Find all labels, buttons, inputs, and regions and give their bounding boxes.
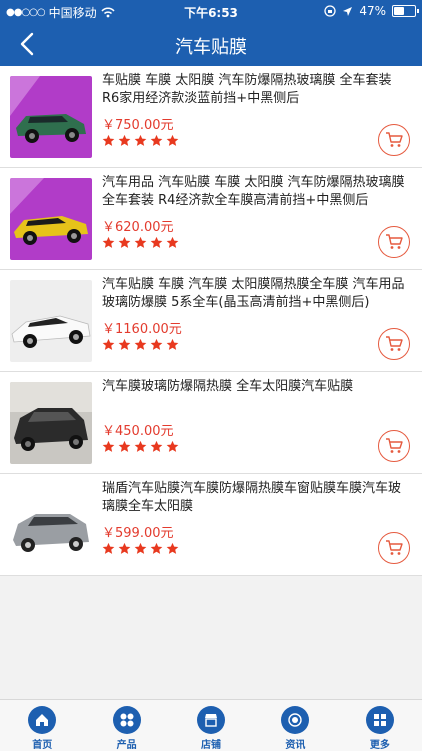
product-item[interactable]: 汽车用品 汽车贴膜 车膜 太阳膜 汽车防爆隔热玻璃膜 全车套装 R4经济款全车膜… — [0, 168, 422, 270]
car-image — [10, 280, 92, 362]
star-icon — [102, 134, 115, 146]
add-to-cart-button[interactable] — [378, 430, 410, 462]
grid-circles-icon — [112, 706, 141, 734]
tab-products[interactable]: 产品 — [84, 700, 168, 751]
star-icon — [166, 134, 179, 146]
add-to-cart-button[interactable] — [378, 328, 410, 360]
product-item[interactable]: 汽车贴膜 车膜 汽车膜 太阳膜隔热膜全车膜 汽车用品玻璃防爆膜 5系全车(晶玉高… — [0, 270, 422, 372]
product-name: 汽车用品 汽车贴膜 车膜 太阳膜 汽车防爆隔热玻璃膜 全车套装 R4经济款全车膜… — [102, 175, 405, 208]
cart-icon — [386, 132, 403, 147]
home-icon — [28, 706, 57, 734]
star-icon — [118, 338, 131, 350]
star-icon — [134, 338, 147, 350]
bottom-tab-bar: 首页 产品 店铺 资讯 更多 — [0, 699, 422, 751]
tab-label: 更多 — [369, 740, 390, 751]
star-icon — [118, 134, 131, 146]
car-image — [10, 382, 92, 464]
tab-label: 首页 — [32, 740, 53, 751]
location-icon — [343, 6, 353, 16]
battery-fill — [394, 7, 405, 15]
product-thumbnail — [10, 382, 92, 464]
star-icon — [134, 542, 147, 554]
tab-label: 产品 — [116, 740, 137, 751]
cart-icon — [386, 234, 403, 249]
product-price: ￥1160.00元 — [102, 322, 182, 337]
star-icon — [134, 134, 147, 146]
shop-icon — [197, 706, 226, 734]
product-rating — [102, 134, 179, 147]
star-icon — [102, 542, 115, 554]
product-thumbnail — [10, 76, 92, 158]
product-rating — [102, 236, 179, 249]
product-thumbnail — [10, 280, 92, 362]
star-icon — [102, 338, 115, 350]
star-icon — [166, 338, 179, 350]
cart-icon — [386, 540, 403, 555]
star-icon — [102, 236, 115, 248]
tab-news[interactable]: 资讯 — [253, 700, 337, 751]
star-icon — [150, 440, 163, 452]
star-icon — [118, 542, 131, 554]
star-icon — [150, 338, 163, 350]
cart-icon — [386, 438, 403, 453]
star-icon — [166, 440, 179, 452]
tab-shop[interactable]: 店铺 — [169, 700, 253, 751]
product-name: 汽车膜玻璃防爆隔热膜 全车太阳膜汽车贴膜 — [102, 379, 354, 394]
product-price: ￥599.00元 — [102, 526, 174, 541]
car-image — [10, 484, 92, 566]
star-icon — [134, 440, 147, 452]
status-bar: ●●○○○ 中国移动 下午6:53 47% — [0, 0, 422, 22]
product-price: ￥620.00元 — [102, 220, 174, 235]
cart-icon — [386, 336, 403, 351]
tab-label: 店铺 — [201, 740, 222, 751]
car-image — [10, 76, 92, 158]
star-icon — [166, 236, 179, 248]
star-icon — [166, 542, 179, 554]
status-right: 47% — [324, 4, 419, 18]
battery-icon — [392, 5, 419, 17]
product-rating — [102, 338, 179, 351]
product-rating — [102, 440, 179, 453]
product-name: 汽车贴膜 车膜 汽车膜 太阳膜隔热膜全车膜 汽车用品玻璃防爆膜 5系全车(晶玉高… — [102, 277, 405, 310]
product-thumbnail — [10, 484, 92, 566]
star-icon — [150, 134, 163, 146]
product-name: 车贴膜 车膜 太阳膜 汽车防爆隔热玻璃膜 全车套装 R6家用经济款淡蓝前挡+中黑… — [102, 73, 392, 106]
product-price: ￥750.00元 — [102, 118, 174, 133]
product-item[interactable]: 瑞盾汽车贴膜汽车膜防爆隔热膜车窗贴膜车膜汽车玻璃膜全车太阳膜 ￥599.00元 — [0, 474, 422, 576]
star-icon — [150, 236, 163, 248]
add-to-cart-button[interactable] — [378, 124, 410, 156]
add-to-cart-button[interactable] — [378, 532, 410, 564]
page-title: 汽车贴膜 — [175, 37, 247, 58]
product-list: 车贴膜 车膜 太阳膜 汽车防爆隔热玻璃膜 全车套装 R6家用经济款淡蓝前挡+中黑… — [0, 66, 422, 576]
star-icon — [150, 542, 163, 554]
more-icon — [365, 706, 394, 734]
star-icon — [118, 236, 131, 248]
product-item[interactable]: 汽车膜玻璃防爆隔热膜 全车太阳膜汽车贴膜 ￥450.00元 — [0, 372, 422, 474]
product-rating — [102, 542, 179, 555]
product-name: 瑞盾汽车贴膜汽车膜防爆隔热膜车窗贴膜车膜汽车玻璃膜全车太阳膜 — [102, 481, 402, 514]
car-image — [10, 178, 92, 260]
star-icon — [134, 236, 147, 248]
nav-bar: 汽车贴膜 — [0, 22, 422, 66]
product-price: ￥450.00元 — [102, 424, 174, 439]
tab-more[interactable]: 更多 — [338, 700, 422, 751]
add-to-cart-button[interactable] — [378, 226, 410, 258]
tab-home[interactable]: 首页 — [0, 700, 84, 751]
rotation-lock-icon — [324, 5, 336, 17]
news-icon — [281, 706, 310, 734]
battery-percent: 47% — [359, 4, 386, 18]
product-thumbnail — [10, 178, 92, 260]
star-icon — [102, 440, 115, 452]
star-icon — [118, 440, 131, 452]
product-item[interactable]: 车贴膜 车膜 太阳膜 汽车防爆隔热玻璃膜 全车套装 R6家用经济款淡蓝前挡+中黑… — [0, 66, 422, 168]
tab-label: 资讯 — [285, 740, 306, 751]
